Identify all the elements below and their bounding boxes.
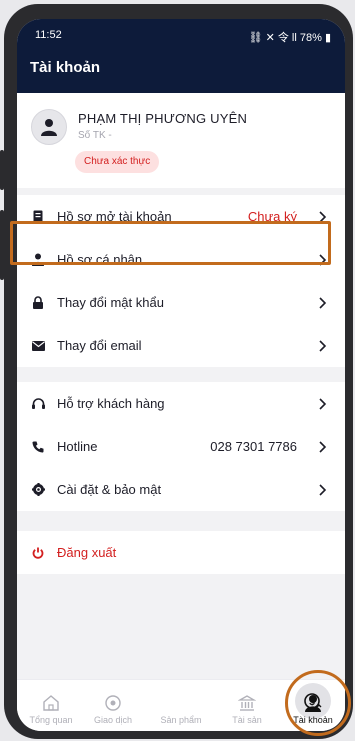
coin-icon <box>105 695 121 711</box>
sign-status: Chưa ký <box>247 209 297 224</box>
support-menu-group: Hỗ trợ khách hàng Hotline 028 7301 7786 … <box>17 382 345 511</box>
nav-label: Tài sản <box>232 715 262 725</box>
nav-products[interactable]: $ Sản phẩm <box>149 683 331 725</box>
verification-badge[interactable]: Chưa xác thực <box>75 151 160 173</box>
status-icons: ⛓ ✕ 令 ll 78% ▮ <box>248 32 331 44</box>
profile-card: PHẠM THỊ PHƯƠNG UYÊN Số TK - Chưa xác th… <box>17 93 345 188</box>
nav-overview[interactable]: Tổng quan <box>19 694 83 725</box>
menu-label: Hotline <box>57 439 98 454</box>
mail-icon <box>31 339 45 353</box>
menu-open-account[interactable]: Hồ sơ mở tài khoản Chưa ký <box>17 195 345 238</box>
menu-label: Thay đổi mật khẩu <box>57 295 164 310</box>
menu-label: Thay đổi email <box>57 338 142 353</box>
status-bar: 11:52 ⛓ ✕ 令 ll 78% ▮ <box>35 29 331 45</box>
menu-change-password[interactable]: Thay đổi mật khẩu <box>17 281 345 324</box>
user-name: PHẠM THỊ PHƯƠNG UYÊN <box>78 111 248 126</box>
menu-security-settings[interactable]: Cài đặt & bảo mật <box>17 468 345 511</box>
nav-label: Tài khoản <box>293 715 333 725</box>
document-icon <box>31 210 45 224</box>
bottom-nav: Tổng quan Giao dịch $ Sản phẩm Tài sản T… <box>17 679 345 731</box>
lock-icon <box>31 296 45 310</box>
hotline-number: 028 7301 7786 <box>210 439 297 454</box>
nav-label: Sản phẩm <box>160 715 202 725</box>
chevron-right-icon <box>319 210 329 223</box>
account-menu-group: Hồ sơ mở tài khoản Chưa ký Hồ sơ cá nhân… <box>17 195 345 367</box>
menu-personal-profile[interactable]: Hồ sơ cá nhân <box>17 238 345 281</box>
chevron-right-icon <box>319 483 329 496</box>
phone-icon <box>31 440 45 454</box>
chevron-right-icon <box>319 253 329 266</box>
nav-label: Giao dịch <box>93 715 133 725</box>
power-icon <box>31 546 45 560</box>
phone-frame: 11:52 ⛓ ✕ 令 ll 78% ▮ Tài khoản PHẠM THỊ … <box>4 4 353 739</box>
logout-button[interactable]: Đăng xuất <box>17 531 345 574</box>
chevron-right-icon <box>319 296 329 309</box>
gear-icon <box>31 483 45 497</box>
nav-account[interactable]: Tài khoản <box>281 694 345 725</box>
account-number: Số TK - <box>78 130 112 141</box>
page-title: Tài khoản <box>30 59 101 76</box>
chevron-right-icon <box>319 440 329 453</box>
status-time: 11:52 <box>35 29 62 41</box>
menu-label: Hồ sơ mở tài khoản <box>57 209 172 224</box>
app-header: 11:52 ⛓ ✕ 令 ll 78% ▮ Tài khoản <box>17 19 345 93</box>
chevron-right-icon <box>319 397 329 410</box>
menu-customer-support[interactable]: Hỗ trợ khách hàng <box>17 382 345 425</box>
nav-label: Tổng quan <box>29 715 73 725</box>
menu-label: Hồ sơ cá nhân <box>57 252 143 267</box>
menu-label: Hỗ trợ khách hàng <box>57 396 165 411</box>
screen: 11:52 ⛓ ✕ 令 ll 78% ▮ Tài khoản PHẠM THỊ … <box>17 19 345 731</box>
person-icon <box>31 253 45 267</box>
menu-label: Cài đặt & bảo mật <box>57 482 162 497</box>
headset-icon <box>31 397 45 411</box>
user-icon <box>41 119 57 136</box>
menu-change-email[interactable]: Thay đổi email <box>17 324 345 367</box>
logout-label: Đăng xuất <box>57 545 117 560</box>
person-icon <box>305 695 321 712</box>
home-icon <box>43 695 59 711</box>
bank-icon <box>238 695 256 711</box>
nav-trade[interactable]: Giao dịch <box>81 694 145 725</box>
avatar[interactable] <box>31 109 67 145</box>
menu-hotline[interactable]: Hotline 028 7301 7786 <box>17 425 345 468</box>
logout-group: Đăng xuất <box>17 531 345 574</box>
nav-assets[interactable]: Tài sản <box>215 694 279 725</box>
chevron-right-icon <box>319 339 329 352</box>
